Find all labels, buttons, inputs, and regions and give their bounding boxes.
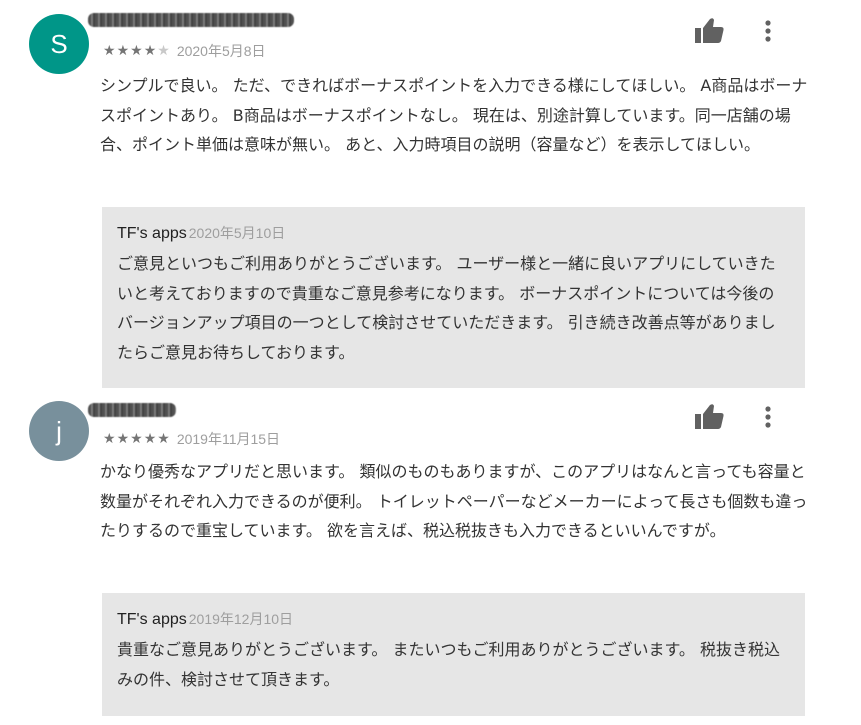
star-icon: ★ [130, 431, 144, 447]
star-icon: ★ [143, 43, 158, 59]
developer-name: TF's apps [117, 611, 187, 628]
author-name-redacted [88, 13, 294, 27]
star-icon: ★ [130, 43, 144, 59]
star-icon: ★ [103, 43, 117, 59]
star-icon: ★ [143, 431, 158, 447]
thumbs-up-icon[interactable] [692, 16, 726, 46]
developer-name: TF's apps [117, 225, 187, 242]
star-icon: ★ [157, 431, 171, 447]
star-rating: ★★★★★ [103, 431, 171, 447]
review-date: 2020年5月8日 [176, 43, 266, 59]
star-empty-icon: ★ [157, 43, 171, 59]
star-icon: ★ [116, 431, 131, 447]
developer-reply: TF's apps 2019年12月10日 貴重なご意見ありがとうございます。 … [102, 593, 805, 716]
avatar-letter: j [56, 415, 62, 446]
avatar: j [29, 401, 89, 461]
reply-header: TF's apps 2019年12月10日 [117, 609, 789, 629]
review-text: シンプルで良い。 ただ、できればボーナスポイントを入力できる様にしてほしい。 A… [100, 76, 808, 154]
reply-date: 2020年5月10日 [188, 225, 286, 241]
avatar: S [29, 14, 89, 74]
star-icon: ★ [116, 43, 131, 59]
more-vert-icon[interactable] [756, 17, 780, 47]
avatar-letter: S [50, 28, 68, 59]
review-meta: ★★★★★ 2019年11月15日 [103, 429, 280, 449]
review-meta: ★★★★★ 2020年5月8日 [103, 41, 266, 61]
developer-reply: TF's apps 2020年5月10日 ご意見といつもご利用ありがとうございま… [102, 207, 805, 388]
reply-text: 貴重なご意見ありがとうございます。 またいつもご利用ありがとうございます。 税抜… [117, 640, 780, 689]
review-date: 2019年11月15日 [176, 431, 281, 447]
review-text: かなり優秀なアプリだと思います。 類似のものもありますが、このアプリはなんと言っ… [100, 462, 808, 540]
author-name-redacted [88, 403, 176, 417]
review-card: S ★★★★★ 2020年5月8日 シンプルで良い。 ただ、できればボーナスポイ… [0, 0, 861, 390]
star-icon: ★ [103, 431, 117, 447]
thumbs-up-icon[interactable] [692, 402, 726, 432]
reply-date: 2019年12月10日 [188, 611, 294, 627]
star-rating: ★★★★★ [103, 43, 171, 59]
more-vert-icon[interactable] [756, 403, 780, 433]
reply-text: ご意見といつもご利用ありがとうございます。 ユーザー様と一緒に良いアプリにしてい… [117, 254, 776, 362]
reply-header: TF's apps 2020年5月10日 [117, 223, 789, 243]
